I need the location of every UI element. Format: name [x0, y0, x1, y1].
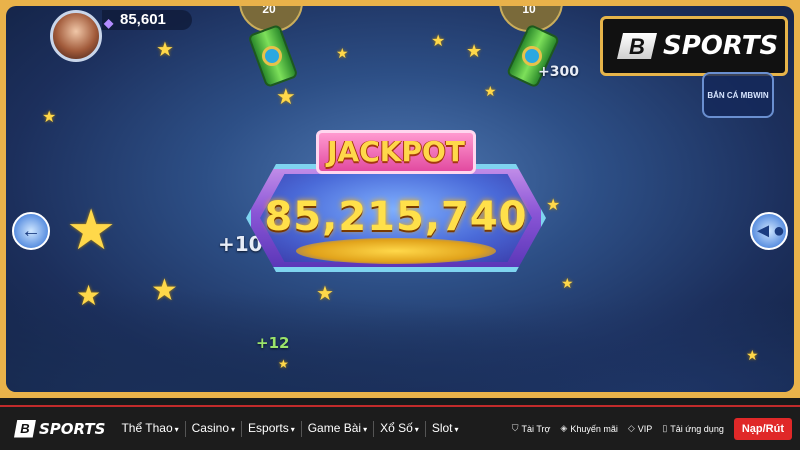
nav-right: ⛉ Tài Trợ ◈ Khuyến mãi ◇ VIP ▯ Tải ứng dụng …: [502, 417, 792, 440]
star-icon: ★: [316, 283, 334, 305]
brand-mark-letter: B: [629, 34, 645, 59]
game-badge: BẮN CÁ MBWIN: [702, 72, 774, 118]
player-score: ◆ 85,601: [102, 10, 192, 30]
points-popup: +300: [538, 64, 579, 80]
caret-down-icon: ▾: [290, 424, 295, 434]
back-button[interactable]: ←: [12, 212, 50, 250]
nav-item-the-thao[interactable]: Thể Thao ▾: [115, 420, 186, 437]
star-icon: ★: [484, 83, 497, 99]
arrow-left-icon: ←: [21, 220, 41, 242]
cannon-gem-icon: [262, 46, 282, 66]
nav-item-xo-so[interactable]: Xổ Số ▾: [374, 420, 426, 437]
brand-name: SPORTS: [663, 31, 779, 61]
cannon-gem-icon: [522, 46, 542, 66]
nav-logo-text: SPORTS: [39, 419, 106, 438]
nav-item-label: Slot: [431, 420, 453, 435]
points-popup: +12: [256, 334, 290, 352]
nav-link-label: Tải ứng dụng: [670, 423, 724, 434]
star-icon: ★: [546, 197, 561, 214]
jackpot-banner: JACKPOT: [316, 130, 476, 174]
jackpot-value: 85,215,740: [264, 194, 528, 240]
caret-down-icon: ▾: [231, 424, 236, 434]
nav-link-vip[interactable]: ◇ VIP: [628, 423, 652, 434]
nav-link-tai-ung-dung[interactable]: ▯ Tải ứng dụng: [662, 423, 724, 434]
star-icon: ★: [66, 198, 117, 261]
nav-item-esports[interactable]: Esports ▾: [242, 420, 302, 437]
game-badge-text: BẮN CÁ MBWIN: [707, 91, 769, 100]
phone-icon: ▯: [662, 423, 668, 433]
nav-logo[interactable]: B SPORTS: [14, 419, 106, 438]
nav-link-label: Tài Trợ: [521, 423, 551, 434]
nav-link-khuyen-mai[interactable]: ◈ Khuyến mãi: [560, 423, 617, 434]
coin-pile: [296, 238, 496, 264]
star-icon: ★: [76, 280, 102, 311]
jackpot-sign: JACKPOT 85,215,740: [246, 126, 546, 286]
nav-item-label: Esports: [248, 420, 289, 435]
star-icon: ★: [278, 357, 289, 371]
star-icon: ★: [561, 275, 574, 291]
star-icon: ★: [276, 84, 296, 109]
seabed: [6, 272, 794, 392]
gem-icon: ◆: [104, 16, 114, 30]
tag-icon: ◈: [560, 423, 568, 433]
site-navbar: B SPORTS Thể Thao ▾ Casino ▾ Esports ▾ Game…: [0, 405, 800, 450]
jackpot-title: JACKPOT: [327, 135, 465, 168]
fish-menu-button[interactable]: ◄●: [750, 212, 788, 250]
cannon-1[interactable]: 20: [234, 6, 304, 89]
player-score-value: 85,601: [120, 11, 166, 28]
shield-icon: ⛉: [511, 423, 519, 433]
brand-logo-box: B SPORTS: [600, 16, 788, 76]
game-frame: ★ ★ ★ ★ ★ ★ ★ ★ ★ ★ ★ ★ ★ ★ ★ ◆ 85,601 2…: [0, 0, 800, 398]
nav-menu: Thể Thao ▾ Casino ▾ Esports ▾ Game Bài ▾ Xổ …: [115, 420, 465, 437]
star-icon: ★: [466, 41, 483, 61]
caret-down-icon: ▾: [174, 424, 179, 434]
cannon-bet: 20: [262, 6, 276, 16]
nav-item-casino[interactable]: Casino ▾: [186, 420, 243, 437]
nav-item-game-bai[interactable]: Game Bài ▾: [302, 420, 375, 437]
fish-icon: ◄●: [753, 220, 785, 242]
nav-item-label: Game Bài: [307, 420, 362, 435]
player-avatar[interactable]: [50, 10, 102, 62]
nav-item-slot[interactable]: Slot ▾: [426, 421, 465, 437]
star-icon: ★: [42, 109, 57, 126]
star-icon: ★: [151, 274, 178, 307]
game-scene[interactable]: ★ ★ ★ ★ ★ ★ ★ ★ ★ ★ ★ ★ ★ ★ ★ ◆ 85,601 2…: [6, 6, 794, 392]
caret-down-icon: ▾: [363, 424, 368, 434]
star-icon: ★: [156, 39, 174, 61]
star-icon: ★: [746, 347, 759, 363]
nav-logo-mark: B: [14, 419, 36, 438]
caret-down-icon: ▾: [414, 424, 419, 434]
cannon-bet: 10: [522, 6, 536, 16]
nav-item-label: Thể Thao: [121, 420, 173, 435]
diamond-icon: ◇: [627, 423, 635, 433]
star-icon: ★: [431, 33, 446, 50]
caret-down-icon: ▾: [454, 424, 459, 434]
nav-item-label: Xổ Số: [380, 420, 413, 435]
deposit-withdraw-button[interactable]: Nạp/Rút: [733, 417, 792, 440]
nav-link-label: VIP: [637, 423, 653, 434]
nav-item-label: Casino: [191, 420, 229, 435]
star-icon: ★: [336, 45, 349, 61]
nav-link-label: Khuyến mãi: [570, 423, 618, 434]
nav-link-tai-tro[interactable]: ⛉ Tài Trợ: [512, 423, 551, 434]
